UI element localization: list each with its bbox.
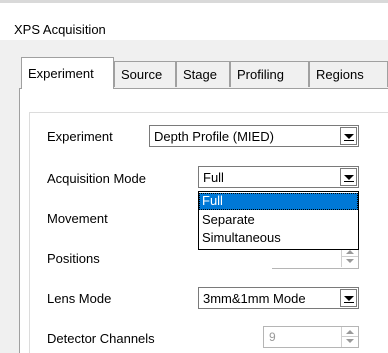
experiment-select[interactable]: Depth Profile (MIED)	[149, 125, 359, 147]
xps-acquisition-window: XPS Acquisition Experiment Source Stage …	[0, 0, 388, 353]
title-bar: XPS Acquisition	[0, 0, 388, 41]
dropdown-option-full[interactable]: Full	[199, 193, 358, 210]
detector-channels-value: 9	[269, 330, 276, 344]
acquisition-mode-select-value: Full	[203, 170, 224, 185]
window-title: XPS Acquisition	[14, 22, 106, 37]
chevron-down-icon[interactable]	[340, 168, 357, 186]
spin-down-icon[interactable]	[346, 339, 354, 343]
tab-experiment-label: Experiment	[28, 66, 94, 81]
spin-up-icon[interactable]	[346, 330, 354, 334]
spin-up-icon[interactable]	[346, 250, 354, 254]
lens-mode-label: Lens Mode	[47, 291, 112, 306]
positions-spinbox[interactable]	[272, 247, 359, 269]
detector-channels-spin-buttons[interactable]	[341, 327, 358, 347]
tab-stage-label: Stage	[183, 67, 217, 82]
experiment-select-value: Depth Profile (MIED)	[154, 129, 274, 144]
tab-source-label: Source	[121, 67, 163, 82]
tab-stage[interactable]: Stage	[176, 61, 230, 87]
dropdown-option-simultaneous[interactable]: Simultaneous	[199, 230, 358, 247]
tab-regions-label: Regions	[316, 67, 364, 82]
detector-channels-spinbox[interactable]: 9	[263, 326, 359, 348]
tab-profiling-label: Profiling	[237, 67, 284, 82]
lens-mode-select-value: 3mm&1mm Mode	[203, 291, 306, 306]
dropdown-option-separate[interactable]: Separate	[199, 212, 358, 229]
positions-label: Positions	[47, 251, 100, 266]
positions-spin-buttons[interactable]	[341, 247, 358, 267]
experiment-label: Experiment	[47, 129, 113, 144]
detector-channels-label: Detector Channels	[47, 331, 155, 346]
chevron-down-icon[interactable]	[340, 289, 357, 307]
tab-source[interactable]: Source	[114, 61, 176, 87]
movement-label: Movement	[47, 211, 108, 226]
lens-mode-select[interactable]: 3mm&1mm Mode	[198, 287, 359, 309]
top-edge	[0, 0, 388, 3]
acquisition-mode-select[interactable]: Full	[198, 166, 359, 188]
acquisition-mode-label: Acquisition Mode	[47, 171, 146, 186]
chevron-down-icon[interactable]	[340, 127, 357, 145]
tab-regions[interactable]: Regions	[309, 61, 388, 87]
spin-down-icon[interactable]	[346, 259, 354, 263]
acquisition-mode-dropdown-list: Full Separate Simultaneous	[198, 191, 359, 250]
tab-experiment[interactable]: Experiment	[21, 57, 114, 89]
tab-profiling[interactable]: Profiling	[230, 61, 309, 87]
